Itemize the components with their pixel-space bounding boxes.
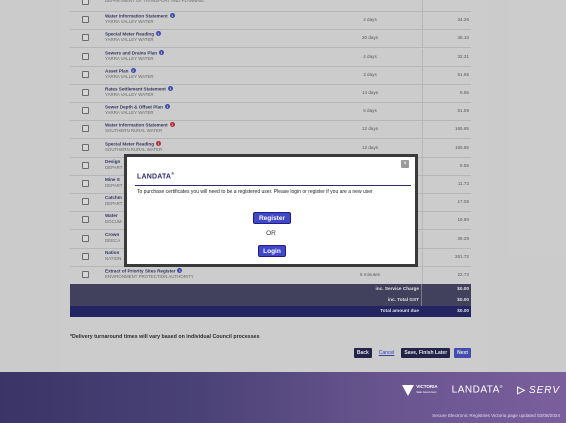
- modal-divider: [135, 185, 411, 186]
- registration-modal: × LANDATA® To purchase certificates you …: [124, 154, 418, 267]
- login-button[interactable]: Login: [258, 245, 286, 257]
- footer-logos: VICTORIA State Government LANDATA® ▷ SER…: [402, 380, 560, 400]
- register-button[interactable]: Register: [253, 212, 291, 224]
- victoria-logo-text: VICTORIA State Government: [416, 384, 438, 395]
- serv-logo[interactable]: ▷ SERV: [517, 385, 560, 396]
- modal-message: To purchase certificates you will need t…: [137, 189, 373, 195]
- serv-chevron-icon: ▷: [517, 384, 526, 396]
- footer-copyright: Secure Electronic Registries Victoria pa…: [432, 413, 560, 418]
- modal-brand-mark: ®: [171, 171, 175, 176]
- serv-logo-text: SERV: [528, 384, 560, 396]
- content-area: Department of Transport and Planning Wate…: [0, 0, 566, 372]
- site-footer: VICTORIA State Government LANDATA® ▷ SER…: [0, 372, 566, 423]
- victoria-triangle-icon: [402, 384, 415, 396]
- landata-logo[interactable]: LANDATA®: [452, 384, 504, 395]
- modal-brand: LANDATA®: [137, 171, 174, 180]
- or-label: OR: [266, 230, 276, 237]
- modal-brand-text: LANDATA: [137, 173, 172, 181]
- victoria-government-logo[interactable]: VICTORIA State Government: [402, 384, 438, 396]
- landata-logo-mark: ®: [499, 384, 504, 390]
- close-icon[interactable]: ×: [401, 160, 409, 168]
- victoria-line2: State Government: [416, 390, 437, 394]
- landata-logo-text: LANDATA: [451, 384, 500, 396]
- page: Department of Transport and Planning Wate…: [0, 0, 566, 423]
- victoria-line1: VICTORIA: [416, 384, 438, 389]
